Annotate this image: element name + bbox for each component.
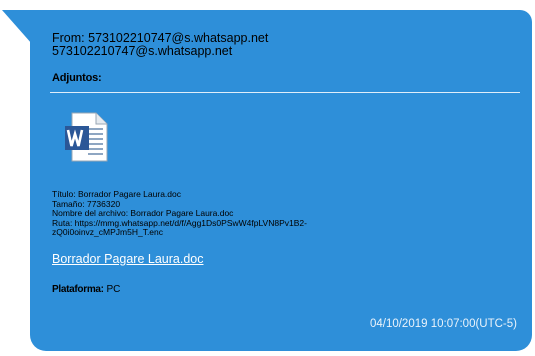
platform-info: Plataforma: PC (52, 284, 120, 295)
message-bubble (30, 10, 532, 351)
attachment-link[interactable]: Borrador Pagare Laura.doc (52, 252, 203, 266)
attachments-heading: Adjuntos: (52, 72, 102, 84)
word-document-icon[interactable] (64, 112, 108, 162)
from-label: From: (52, 31, 85, 45)
message-timestamp: 04/10/2019 10:07:00(UTC-5) (369, 318, 517, 330)
platform-value: PC (106, 284, 121, 295)
platform-label: Plataforma: (52, 284, 104, 295)
sender-name: 573102210747@s.whatsapp.net (52, 44, 233, 58)
bubble-tail (2, 10, 32, 44)
attachments-divider (50, 92, 520, 93)
from-address: 573102210747@s.whatsapp.net (88, 31, 269, 45)
attachment-metadata: Título: Borrador Pagare Laura.doc Tamaño… (52, 189, 307, 238)
attachment-path-continued: zQ0i0oinvz_cMPJm5H_T.enc (52, 227, 164, 237)
sender-info: From: 573102210747@s.whatsapp.net 573102… (52, 32, 268, 58)
message-view: From: 573102210747@s.whatsapp.net 573102… (0, 0, 535, 356)
